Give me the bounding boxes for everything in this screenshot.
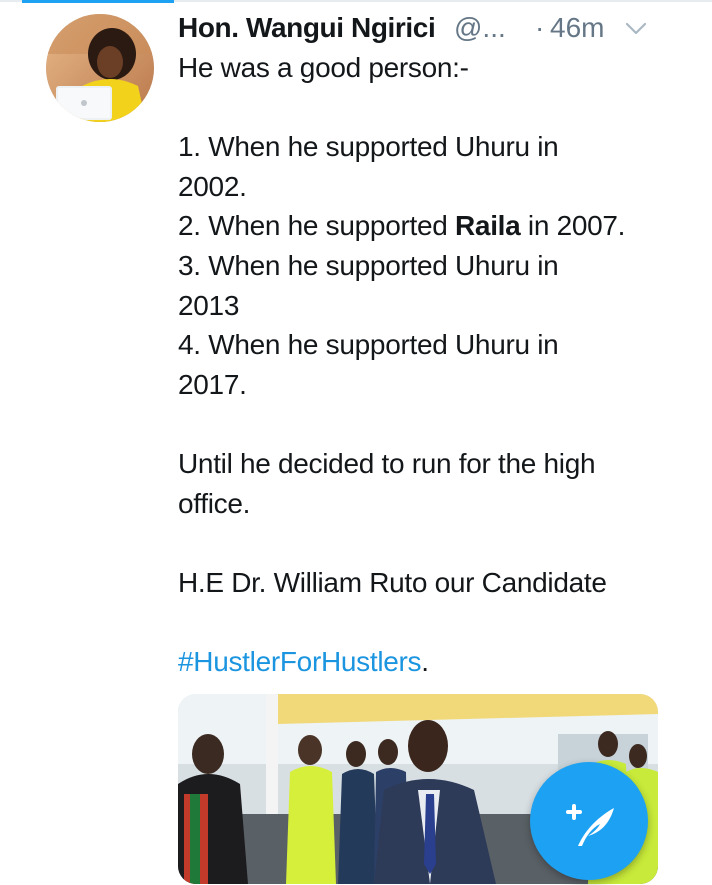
tweet-text-line: 2017. <box>178 368 247 400</box>
tweet-text-line: 3. When he supported Uhuru in <box>178 249 559 281</box>
hashtag-link[interactable]: #HustlerForHustlers <box>178 646 422 677</box>
tweet-timestamp[interactable]: 46m <box>550 8 604 48</box>
tweet-text-line: 2013 <box>178 289 240 321</box>
tweet-text-line: 2002. <box>178 170 247 202</box>
tweet-text-line: H.E Dr. William Ruto our Candidate <box>178 566 607 598</box>
avatar[interactable] <box>46 14 154 122</box>
text-segment: 2. When he supported <box>178 210 455 242</box>
chevron-down-icon[interactable] <box>624 20 648 38</box>
text-segment: . <box>421 645 429 677</box>
author-name[interactable]: Hon. Wangui Ngirici <box>178 8 436 48</box>
bold-text: Raila <box>455 210 521 242</box>
tweet-text-line: #HustlerForHustlers. <box>178 642 698 682</box>
tweet-header: Hon. Wangui Ngirici @... · 46m <box>178 8 678 48</box>
compose-tweet-button[interactable] <box>530 762 648 880</box>
tweet-text-line: office. <box>178 487 251 519</box>
tweet-text-line: Until he decided to run for the high <box>178 447 596 479</box>
tweet-text-line: He was a good person:- <box>178 52 469 83</box>
tweet-text-line: 1. When he supported Uhuru in <box>178 131 559 163</box>
tweet-text: He was a good person:- 1. When he support… <box>178 48 698 682</box>
tweet-text-line: 2. When he supported Raila in 2007. <box>178 206 698 246</box>
avatar-image <box>46 14 154 122</box>
author-handle[interactable]: @... <box>454 8 506 48</box>
separator: · <box>535 12 545 43</box>
compose-tweet-icon <box>566 804 614 846</box>
active-tab-indicator <box>22 0 174 3</box>
text-segment: in 2007. <box>520 210 626 242</box>
tweet-text-line: 4. When he supported Uhuru in <box>178 329 559 361</box>
